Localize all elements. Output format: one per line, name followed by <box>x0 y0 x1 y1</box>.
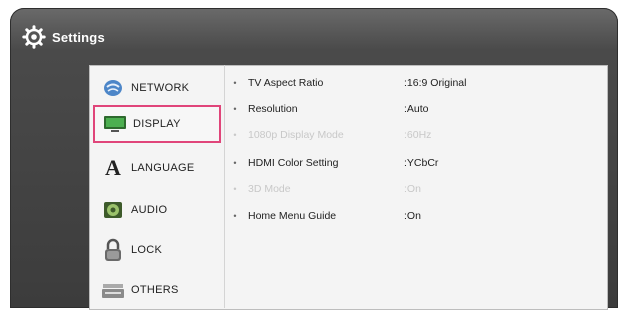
language-letter-a-icon: A <box>105 155 121 180</box>
audio-speaker-icon <box>101 199 125 221</box>
bullet-icon: • <box>233 104 237 114</box>
menu-item-label: OTHERS <box>131 284 179 296</box>
bullet-icon: • <box>233 130 237 140</box>
others-tray-icon <box>101 279 125 301</box>
menu-item-label: LOCK <box>131 244 163 256</box>
bullet-icon: • <box>233 158 237 168</box>
menu-item-others[interactable]: OTHERS <box>93 271 221 309</box>
setting-name: TV Aspect Ratio <box>248 77 324 89</box>
bullet-icon: • <box>233 211 237 221</box>
setting-value: :Auto <box>404 103 429 115</box>
setting-row-1080p-display-mode: • 1080p Display Mode :60Hz <box>228 122 588 148</box>
setting-name: HDMI Color Setting <box>248 157 339 169</box>
setting-value: :On <box>404 210 421 222</box>
category-menu: NETWORK DISPLAY A LANGUAGE AUDIO LOCK OT… <box>91 67 223 304</box>
panel-divider <box>224 65 225 308</box>
settings-header: Settings <box>22 24 105 50</box>
menu-item-language[interactable]: A LANGUAGE <box>93 149 221 187</box>
menu-item-display[interactable]: DISPLAY <box>93 105 221 143</box>
network-globe-icon <box>101 77 125 99</box>
setting-value: :YCbCr <box>404 157 439 169</box>
menu-item-label: AUDIO <box>131 204 168 216</box>
setting-row-resolution[interactable]: • Resolution :Auto <box>228 96 588 122</box>
menu-item-audio[interactable]: AUDIO <box>93 191 221 229</box>
setting-value: :On <box>404 183 421 195</box>
menu-item-label: NETWORK <box>131 82 190 94</box>
menu-item-label: DISPLAY <box>133 118 181 130</box>
setting-name: Resolution <box>248 103 298 115</box>
menu-item-network[interactable]: NETWORK <box>93 69 221 107</box>
setting-name: Home Menu Guide <box>248 210 337 222</box>
setting-row-home-menu-guide[interactable]: • Home Menu Guide :On <box>228 203 588 229</box>
gear-icon <box>22 25 46 49</box>
setting-name: 1080p Display Mode <box>248 129 344 141</box>
setting-row-tv-aspect-ratio[interactable]: • TV Aspect Ratio :16:9 Original <box>228 70 588 96</box>
setting-row-3d-mode: • 3D Mode :On <box>228 176 588 202</box>
bullet-icon: • <box>233 184 237 194</box>
menu-item-lock[interactable]: LOCK <box>93 231 221 269</box>
setting-value: :60Hz <box>404 129 432 141</box>
menu-item-label: LANGUAGE <box>131 162 195 174</box>
setting-value: :16:9 Original <box>404 77 467 89</box>
page-title: Settings <box>52 29 105 45</box>
display-monitor-icon <box>103 113 127 135</box>
bullet-icon: • <box>233 78 237 88</box>
setting-name: 3D Mode <box>248 183 291 195</box>
setting-row-hdmi-color-setting[interactable]: • HDMI Color Setting :YCbCr <box>228 150 588 176</box>
padlock-icon <box>101 238 125 261</box>
